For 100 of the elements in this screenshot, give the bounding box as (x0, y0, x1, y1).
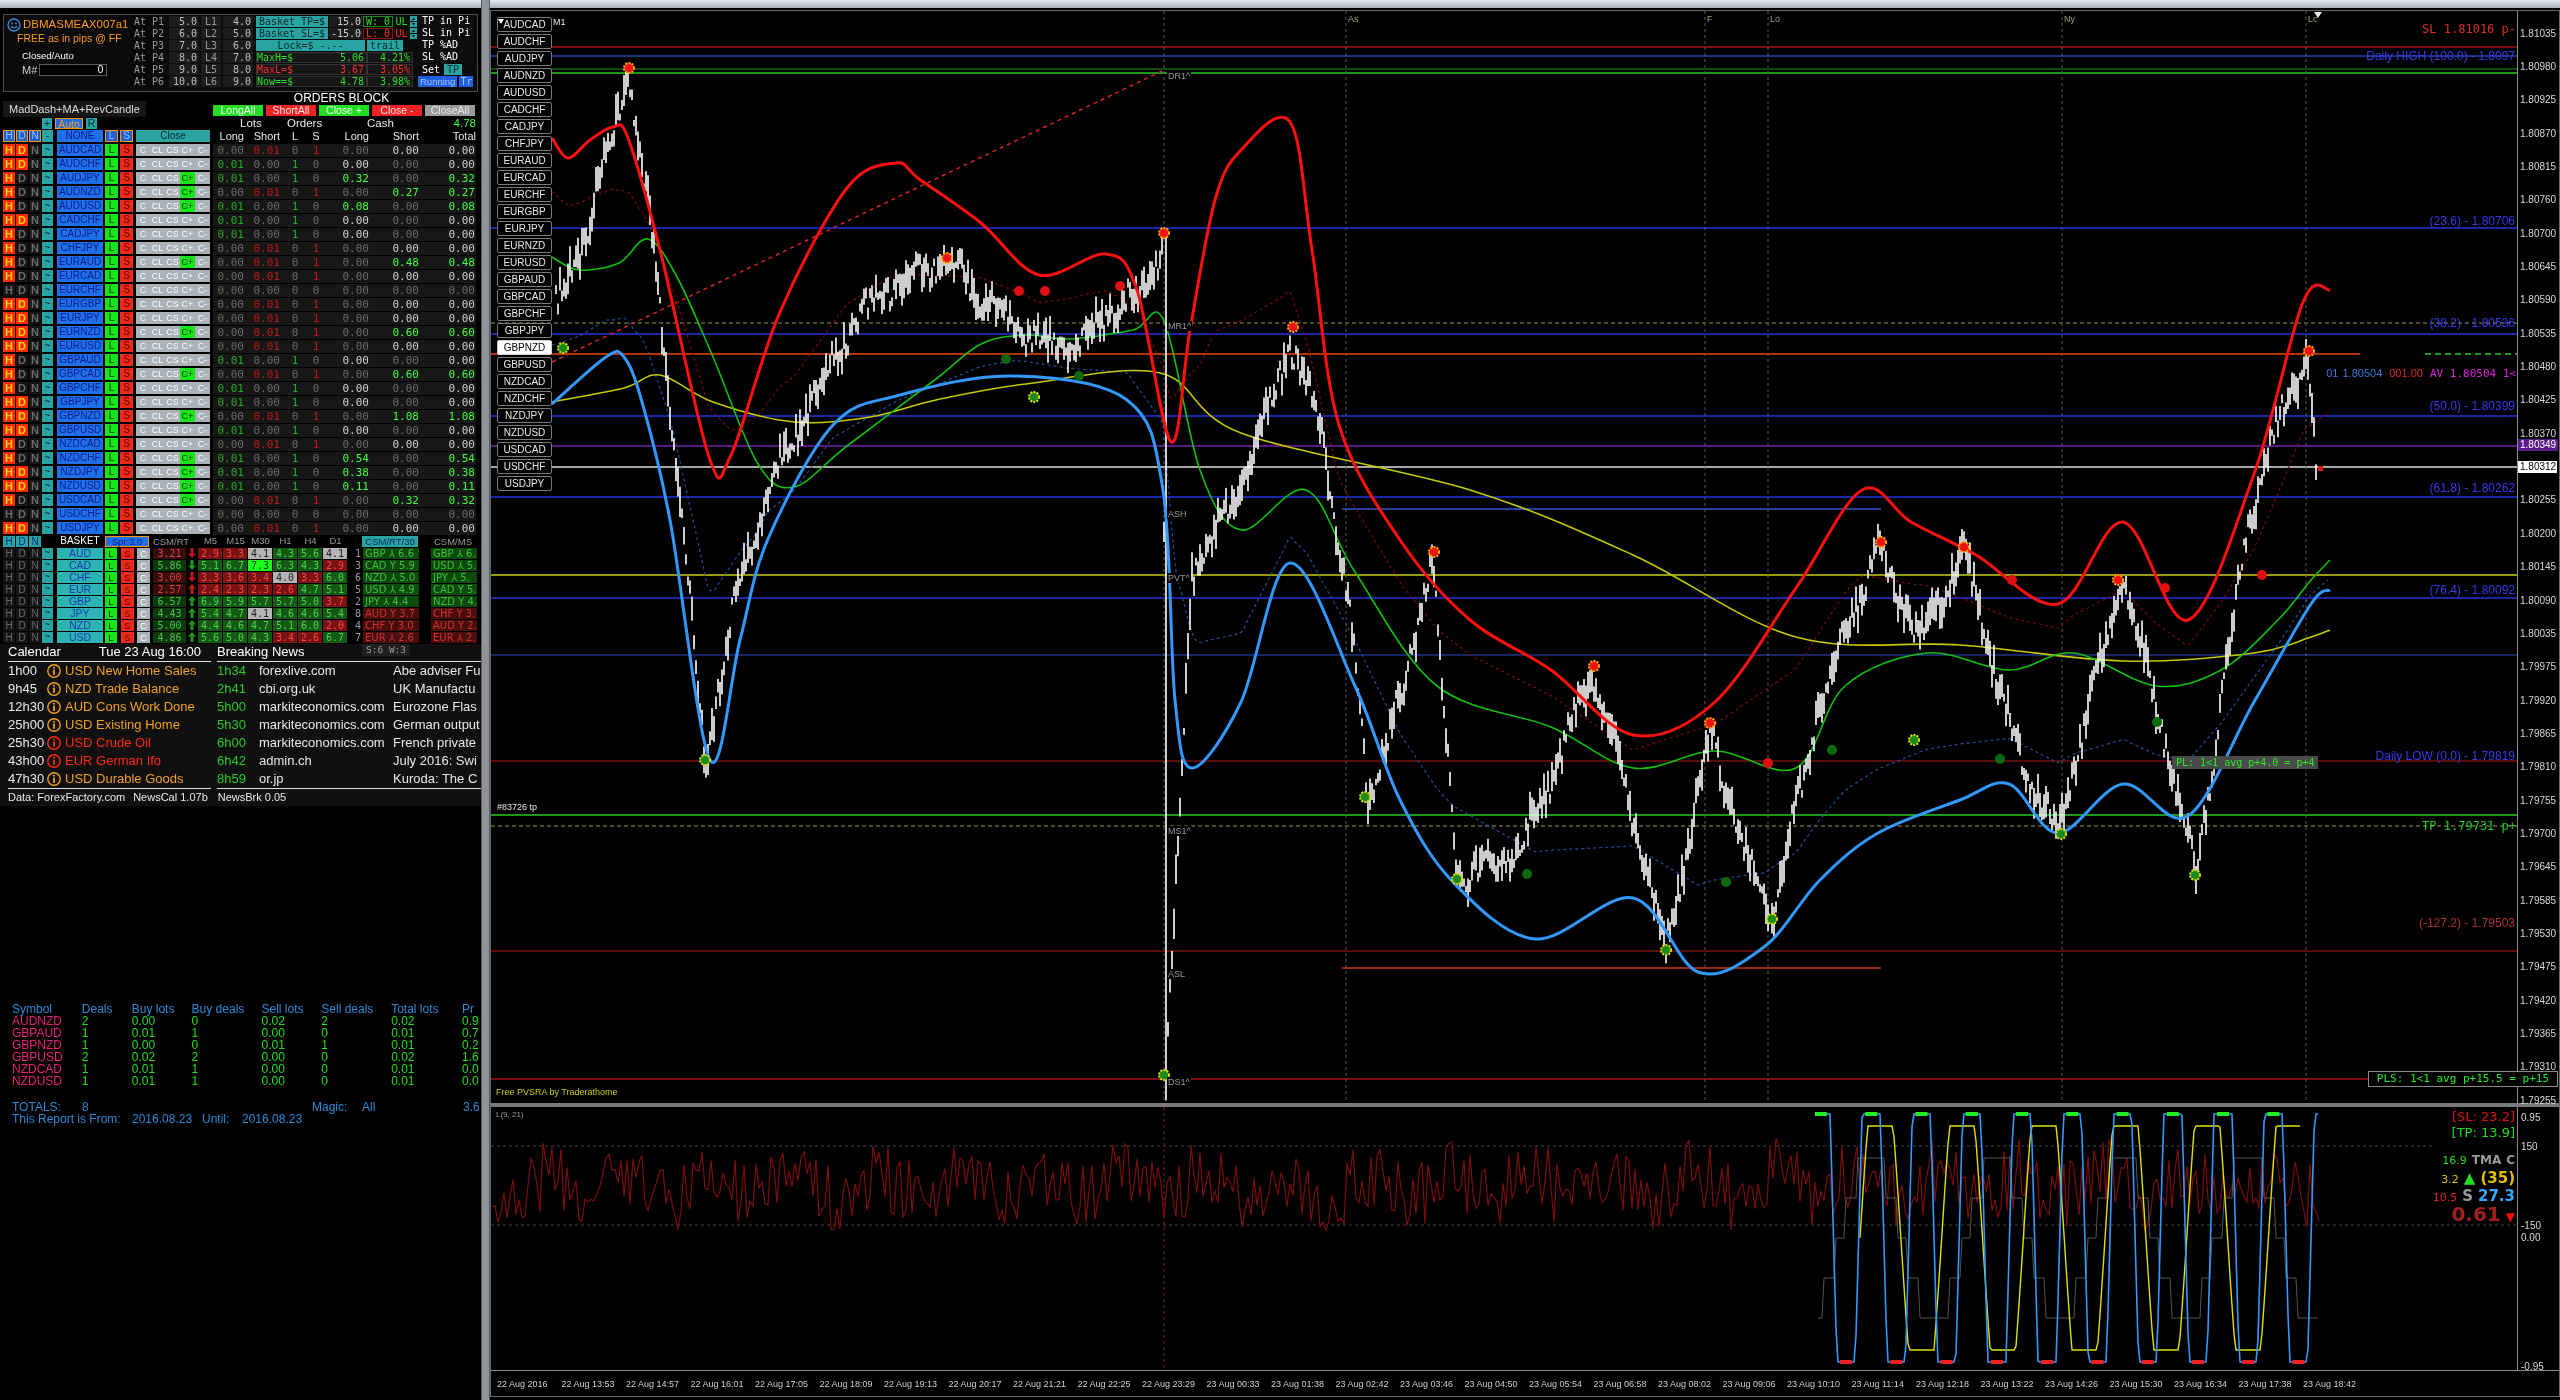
chart-button[interactable]: ~ (42, 466, 53, 478)
row-action-button[interactable]: CL (150, 144, 165, 156)
row-action-button[interactable]: CS (165, 508, 180, 520)
currency-button[interactable]: GBP (57, 595, 103, 607)
flag-toggle[interactable]: D (16, 595, 28, 607)
row-action-button[interactable]: C- (195, 354, 210, 366)
symbol-button[interactable]: GBPJPY (57, 396, 103, 408)
row-action-button[interactable]: CS (165, 410, 180, 422)
row-action-button[interactable]: CS (165, 326, 180, 338)
flag-toggle[interactable]: H (3, 312, 15, 324)
row-action-button[interactable]: CS (165, 382, 180, 394)
chart-button[interactable]: ~ (42, 270, 53, 282)
trade-button[interactable]: L (105, 571, 117, 583)
flag-toggle[interactable]: D (16, 242, 28, 254)
row-action-button[interactable]: CS (165, 340, 180, 352)
flag-toggle[interactable]: D (16, 270, 28, 282)
flag-toggle[interactable]: H (3, 508, 15, 520)
chart-button[interactable]: ~ (42, 424, 53, 436)
trade-button[interactable]: S (121, 631, 134, 643)
symbol-button[interactable]: USDJPY (57, 522, 103, 534)
row-action-button[interactable]: CL (150, 452, 165, 464)
row-action-button[interactable]: C- (195, 466, 210, 478)
trade-button[interactable]: L (105, 396, 118, 408)
currency-button[interactable]: EUR (57, 583, 103, 595)
flag-toggle[interactable]: D (16, 466, 28, 478)
row-action-button[interactable]: C+ (180, 172, 195, 184)
row-action-button[interactable]: CS (165, 200, 180, 212)
row-action-button[interactable]: C (136, 144, 150, 156)
trade-button[interactable]: S (121, 559, 134, 571)
row-action-button[interactable]: C+ (180, 284, 195, 296)
row-action-button[interactable]: C (136, 158, 150, 170)
row-action-button[interactable]: C+ (180, 508, 195, 520)
trade-button[interactable]: L (105, 284, 118, 296)
row-action-button[interactable]: CS (165, 354, 180, 366)
order-action-button[interactable]: CloseAll (425, 105, 475, 116)
trade-button[interactable]: S (120, 494, 133, 506)
trade-button[interactable]: S (120, 382, 133, 394)
flag-toggle[interactable]: D (16, 214, 28, 226)
up-down-arrows-icon[interactable] (410, 15, 417, 27)
trade-button[interactable]: L (105, 354, 118, 366)
row-action-button[interactable]: C (136, 186, 150, 198)
row-action-button[interactable]: C (136, 466, 150, 478)
trade-button[interactable]: S (120, 326, 133, 338)
trade-button[interactable]: L (105, 172, 118, 184)
symbol-button[interactable]: GBPCHF (57, 382, 103, 394)
trade-button[interactable]: L (105, 270, 118, 282)
column-control-button[interactable]: H (3, 130, 15, 142)
row-action-button[interactable]: C+ (180, 228, 195, 240)
row-action-button[interactable]: C- (195, 522, 210, 534)
currency-button[interactable]: AUD (57, 547, 103, 559)
currency-button[interactable]: CAD (57, 559, 103, 571)
ranking-tab[interactable]: CSM/MS (430, 535, 476, 547)
flag-toggle[interactable]: N (29, 242, 41, 254)
flag-toggle[interactable]: N (29, 480, 41, 492)
row-action-button[interactable]: C+ (180, 438, 195, 450)
symbol-button[interactable]: NZDCHF (57, 452, 103, 464)
row-action-button[interactable]: CL (150, 158, 165, 170)
trade-button[interactable]: S (120, 466, 133, 478)
trade-button[interactable]: L (105, 228, 118, 240)
basket-limit-label[interactable]: Basket TP=$ (256, 15, 328, 27)
chart-button[interactable]: ~ (42, 284, 53, 296)
trade-button[interactable]: L (105, 595, 117, 607)
symbol-button[interactable]: AUDCAD (57, 144, 103, 156)
row-action-button[interactable]: C (136, 382, 150, 394)
row-action-button[interactable]: CL (150, 508, 165, 520)
flag-toggle[interactable]: N (29, 200, 41, 212)
symbol-button[interactable]: EURJPY (57, 312, 103, 324)
trade-button[interactable]: L (105, 559, 117, 571)
flag-toggle[interactable]: H (3, 522, 15, 534)
row-action-button[interactable]: C+ (180, 256, 195, 268)
column-control-button[interactable]: N (29, 130, 41, 142)
flag-toggle[interactable]: H (3, 466, 15, 478)
symbol-button[interactable]: NZDUSD (57, 480, 103, 492)
flag-toggle[interactable]: H (3, 298, 15, 310)
flag-toggle[interactable]: D (16, 382, 28, 394)
flag-column-toggle[interactable]: D (16, 535, 28, 547)
row-action-button[interactable]: CL (150, 480, 165, 492)
trade-button[interactable]: L (105, 298, 118, 310)
row-action-button[interactable]: C- (195, 298, 210, 310)
row-action-button[interactable]: C- (195, 424, 210, 436)
flag-toggle[interactable]: D (16, 354, 28, 366)
row-action-button[interactable]: C- (195, 452, 210, 464)
row-action-button[interactable]: C (136, 438, 150, 450)
chart-button[interactable]: ~ (42, 200, 53, 212)
row-action-button[interactable]: C (136, 270, 150, 282)
symbol-button[interactable]: AUDJPY (57, 172, 103, 184)
flag-toggle[interactable]: N (29, 340, 41, 352)
trade-button[interactable]: L (105, 480, 118, 492)
flag-toggle[interactable]: D (16, 368, 28, 380)
row-action-button[interactable]: C (137, 619, 150, 631)
flag-toggle[interactable]: N (29, 438, 41, 450)
row-action-button[interactable]: CL (150, 200, 165, 212)
flag-toggle[interactable]: H (3, 583, 15, 595)
basket-limit-field[interactable]: 15.0 (329, 15, 362, 27)
row-action-button[interactable]: C (136, 242, 150, 254)
currency-button[interactable]: USD (57, 631, 103, 643)
row-action-button[interactable]: C- (195, 368, 210, 380)
row-action-button[interactable]: C+ (180, 144, 195, 156)
column-control-button[interactable]: D (16, 130, 28, 142)
symbol-button[interactable]: AUDCHF (57, 158, 103, 170)
